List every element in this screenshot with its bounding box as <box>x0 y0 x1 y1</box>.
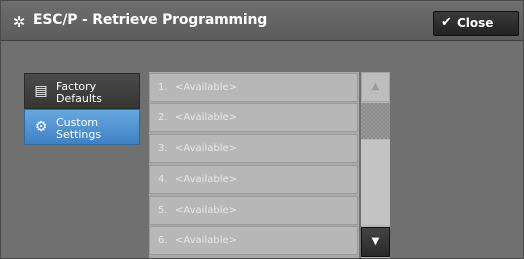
list-item-text: <Available> <box>175 235 238 246</box>
gear-icon: ✲ <box>12 13 26 31</box>
gear-icon: ⚙ <box>34 119 48 135</box>
triangle-down-icon: ▼ <box>371 236 380 247</box>
tab-label: Custom Settings <box>56 117 101 141</box>
list-item[interactable]: 5. <Available> <box>149 196 358 225</box>
scrollbar-track-lower[interactable] <box>361 140 390 225</box>
list-item-text: <Available> <box>175 205 238 216</box>
list-item-text: <Available> <box>175 112 238 123</box>
list-item-number: 5. <box>158 205 168 216</box>
checkmark-icon: ✔ <box>441 15 452 30</box>
list-item[interactable]: 1. <Available> <box>149 73 358 102</box>
document-icon: ▤ <box>34 83 48 99</box>
tab-label: Factory Defaults <box>56 81 102 105</box>
scrollbar-thumb[interactable] <box>361 103 390 139</box>
list-item[interactable]: 6. <Available> <box>149 226 358 255</box>
list-item-number: 4. <box>158 174 168 185</box>
list-item-number: 6. <box>158 235 168 246</box>
list-item[interactable]: 2. <Available> <box>149 103 358 132</box>
list-item-number: 3. <box>158 143 168 154</box>
list-item-number: 2. <box>158 112 168 123</box>
list-item-text: <Available> <box>175 82 238 93</box>
list-item[interactable]: 4. <Available> <box>149 165 358 194</box>
scroll-down-button[interactable]: ▼ <box>361 227 390 257</box>
scroll-up-button[interactable]: ▲ <box>361 72 390 102</box>
list-item-text: <Available> <box>175 143 238 154</box>
triangle-up-icon: ▲ <box>371 81 380 92</box>
list-item[interactable]: 3. <Available> <box>149 134 358 163</box>
list-item-text: <Available> <box>175 174 238 185</box>
list-item-number: 1. <box>158 82 168 93</box>
page-title: ESC/P - Retrieve Programming <box>33 12 268 28</box>
close-button[interactable]: ✔ Close <box>433 11 519 36</box>
tab-factory-defaults[interactable]: ▤ Factory Defaults <box>24 73 140 109</box>
tab-label-line2: Settings <box>56 128 102 141</box>
header-bar: ✲ ESC/P - Retrieve Programming ✔ Close <box>1 1 523 41</box>
tab-label-line2: Defaults <box>56 92 102 105</box>
close-button-label: Close <box>457 16 494 30</box>
tab-custom-settings[interactable]: ⚙ Custom Settings <box>24 109 140 145</box>
